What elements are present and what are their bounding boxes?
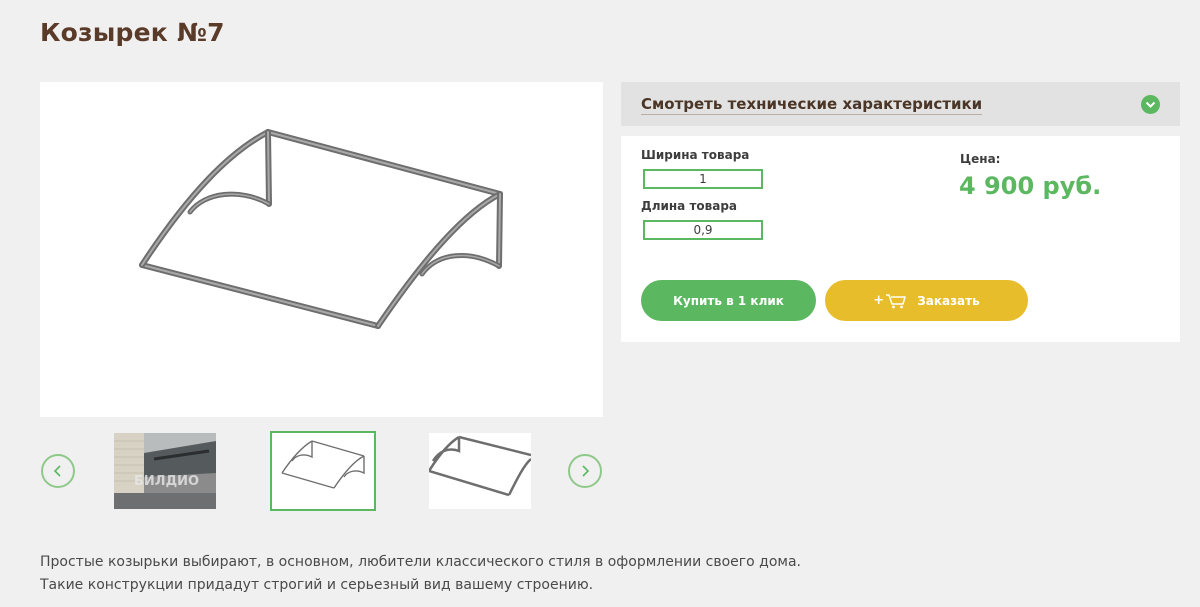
chevron-left-icon [53, 465, 61, 477]
gallery-prev-button[interactable] [41, 454, 75, 488]
specs-link[interactable]: Смотреть технические характеристики [641, 95, 983, 115]
cart-plus-sign: + [873, 293, 885, 308]
thumbnail-frame-closeup-image [429, 435, 531, 497]
thumbnail-watermark: БИЛДИО [134, 474, 199, 489]
order-panel: Ширина товара Длина товара Цена: 4 900 р… [621, 136, 1180, 342]
price-label: Цена: [960, 152, 1001, 166]
length-label: Длина товара [641, 199, 738, 213]
cart-icon: + [873, 293, 907, 309]
product-main-image[interactable] [40, 82, 603, 417]
canopy-frame-drawing [139, 129, 503, 329]
width-label: Ширина товара [641, 148, 750, 162]
description-line-1: Простые козырьки выбирают, в основном, л… [40, 554, 801, 570]
gallery-thumbnail-1[interactable]: БИЛДИО [114, 433, 216, 509]
price-value: 4 900 руб. [959, 172, 1102, 200]
thumbnail-frame-image [281, 440, 365, 489]
description-line-2: Такие конструкции придадут строгий и сер… [40, 577, 594, 593]
length-input[interactable] [643, 220, 763, 240]
gallery-thumbnail-2[interactable] [270, 431, 376, 511]
gallery-thumbnail-3[interactable] [429, 433, 531, 509]
chevron-right-icon [582, 465, 590, 477]
width-input[interactable] [643, 169, 763, 189]
order-button[interactable]: + Заказать [825, 280, 1028, 321]
product-description: Простые козырьки выбирают, в основном, л… [40, 551, 801, 597]
specs-accordion-toggle[interactable]: Смотреть технические характеристики [621, 82, 1180, 126]
order-button-label: Заказать [917, 293, 980, 308]
thumbnail-photo-image: БИЛДИО [114, 433, 216, 509]
chevron-down-icon[interactable] [1141, 95, 1160, 114]
buy-one-click-button[interactable]: Купить в 1 клик [641, 280, 816, 321]
page-title: Козырек №7 [40, 18, 225, 47]
gallery-next-button[interactable] [568, 454, 602, 488]
